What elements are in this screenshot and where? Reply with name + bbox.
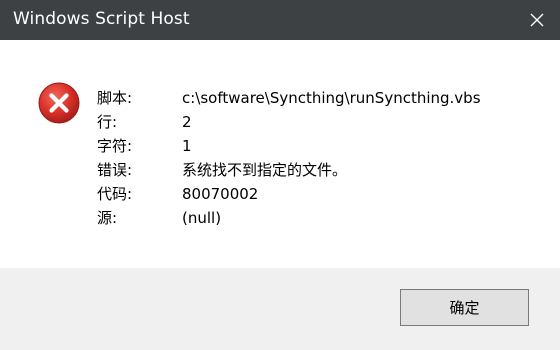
script-value: c:\software\Syncthing\runSyncthing.vbs	[182, 89, 481, 107]
error-value: 系统找不到指定的文件。	[182, 161, 348, 179]
code-value: 80070002	[182, 185, 259, 203]
script-label: 脚本:	[97, 89, 133, 107]
close-icon	[530, 13, 544, 27]
close-button[interactable]	[514, 0, 560, 40]
line-label: 行:	[97, 113, 118, 131]
char-label: 字符:	[97, 137, 133, 155]
dialog-footer: 确定	[0, 268, 560, 350]
dialog-content: 脚本: c:\software\Syncthing\runSyncthing.v…	[0, 40, 560, 268]
window-title: Windows Script Host	[13, 9, 190, 29]
source-label: 源:	[97, 209, 118, 227]
title-bar[interactable]: Windows Script Host	[0, 0, 560, 40]
error-label: 错误:	[97, 161, 133, 179]
source-value: (null)	[182, 209, 222, 227]
char-value: 1	[182, 137, 192, 155]
error-icon	[38, 82, 80, 124]
ok-button[interactable]: 确定	[400, 289, 529, 326]
dialog-window: Windows Script Host 脚本: c:\software\Sync…	[0, 0, 560, 350]
line-value: 2	[182, 113, 192, 131]
code-label: 代码:	[97, 185, 133, 203]
